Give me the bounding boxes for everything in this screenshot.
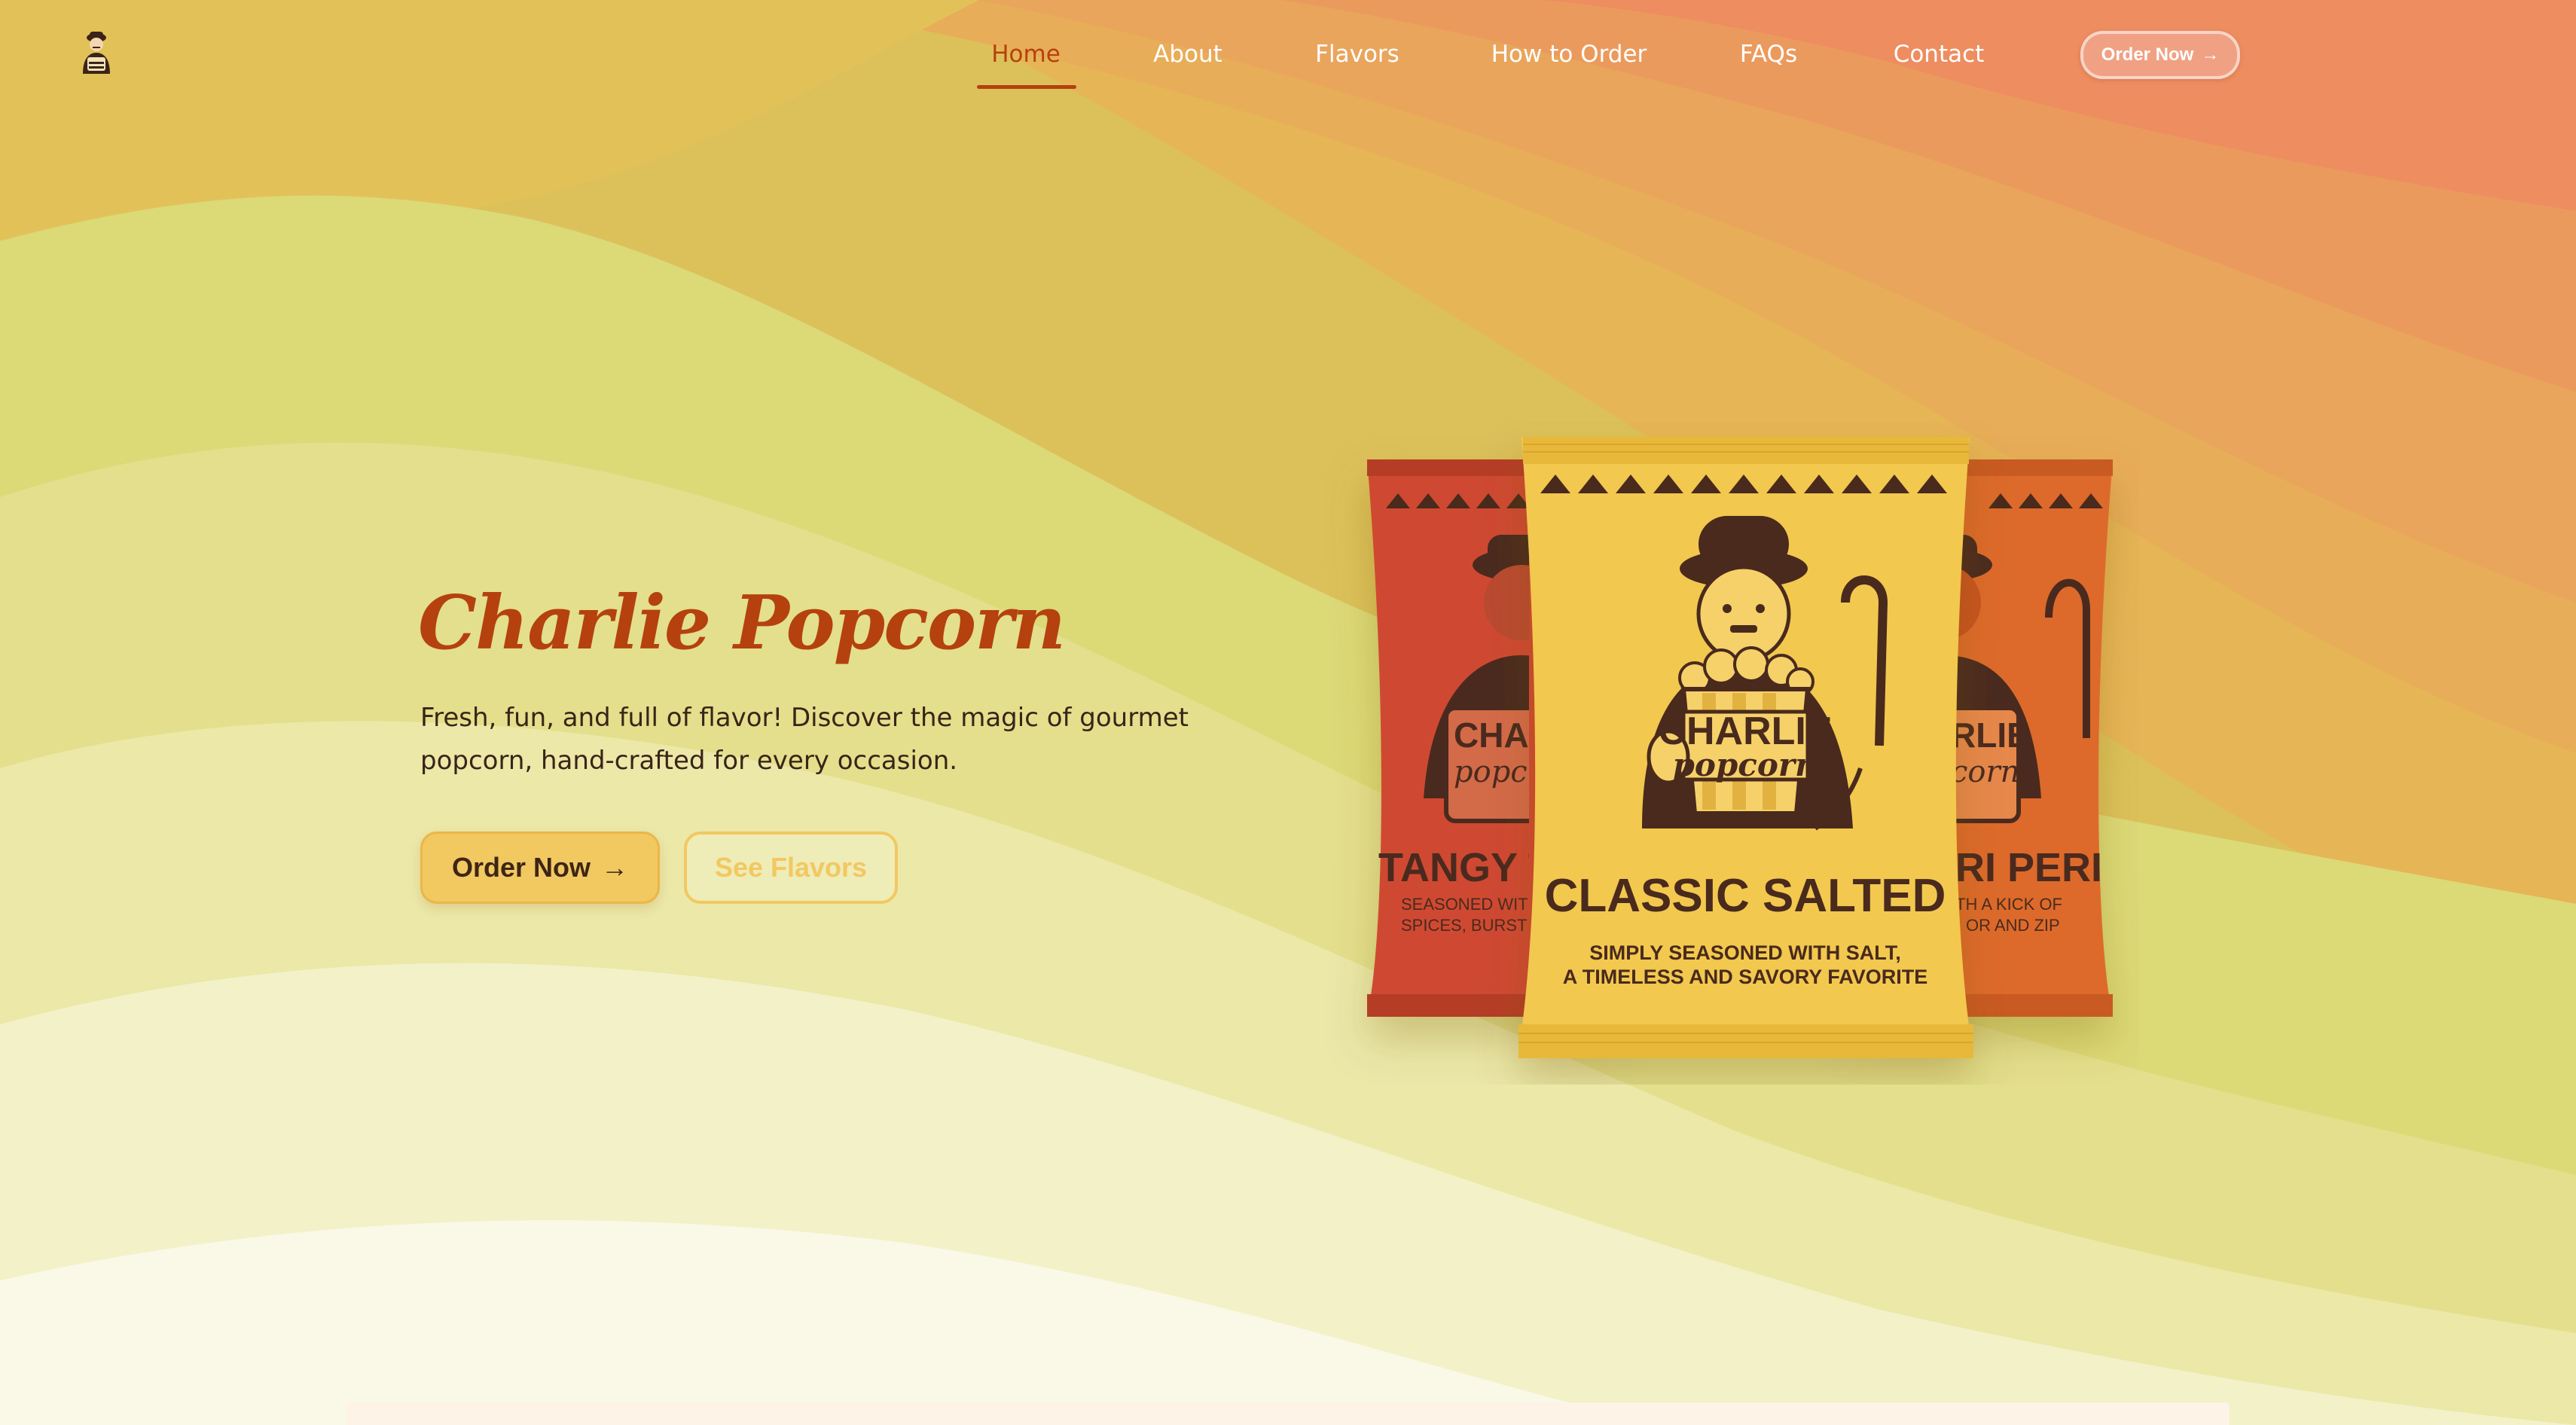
tangy-desc-line2: SPICES, BURST <box>1401 916 1527 935</box>
classic-brand-line2: popcorn <box>1673 746 1818 783</box>
nav-active-underline <box>977 85 1076 89</box>
product-bags-illustration: CHAR popc TANGY T SEASONED WIT SPICES, B… <box>1367 437 2113 1058</box>
peri-desc-line1: ITH A KICK OF <box>1951 895 2062 914</box>
nav-home[interactable]: Home <box>991 30 1061 78</box>
classic-desc-line2: A TIMELESS AND SAVORY FAVORITE <box>1563 966 1928 988</box>
hero-subtitle: Fresh, fun, and full of flavor! Discover… <box>420 703 1189 776</box>
peri-brand-line2: corn <box>1951 755 2019 789</box>
nav-how-to-order[interactable]: How to Order <box>1491 30 1647 78</box>
tangy-brand-line2: popc <box>1454 755 1528 789</box>
nav-contact[interactable]: Contact <box>1894 30 1985 78</box>
classic-desc-line1: SIMPLY SEASONED WITH SALT, <box>1589 941 1901 964</box>
see-flavors-button[interactable]: See Flavors <box>684 832 898 904</box>
landing-page: Home About Flavors How to Order FAQs Con… <box>0 0 2576 1425</box>
nav-order-now-button[interactable]: Order Now → <box>2080 31 2240 79</box>
nav-about[interactable]: About <box>1153 30 1222 78</box>
tangy-name: TANGY T <box>1378 845 1553 890</box>
see-flavors-label: See Flavors <box>714 852 868 883</box>
tangy-desc-line1: SEASONED WIT <box>1401 895 1528 914</box>
charlie-mascot-icon <box>83 32 110 74</box>
hero-title: Charlie Popcorn <box>418 580 1066 667</box>
nav-order-now-label: Order Now <box>2101 44 2194 65</box>
classic-name: CLASSIC SALTED <box>1545 870 1946 922</box>
nav-flavors[interactable]: Flavors <box>1315 30 1399 78</box>
peri-desc-line2: OR AND ZIP <box>1966 916 2060 935</box>
hero-order-now-button[interactable]: Order Now → <box>420 832 660 904</box>
product-bags-image: CHAR popc TANGY T SEASONED WIT SPICES, B… <box>1326 422 2139 1085</box>
brand-logo[interactable] <box>75 29 118 75</box>
peri-brand-line1: RLIE <box>1951 716 2030 755</box>
next-section-edge <box>346 1402 2230 1425</box>
hero-order-now-label: Order Now <box>451 852 591 883</box>
arrow-right-icon: → <box>601 852 629 883</box>
arrow-right-icon: → <box>2201 44 2220 65</box>
nav-faqs[interactable]: FAQs <box>1740 30 1797 78</box>
classic-salted-bag: CHARLIE popcorn CLASSIC SALTED SIMPLY SE… <box>1518 437 1973 1058</box>
